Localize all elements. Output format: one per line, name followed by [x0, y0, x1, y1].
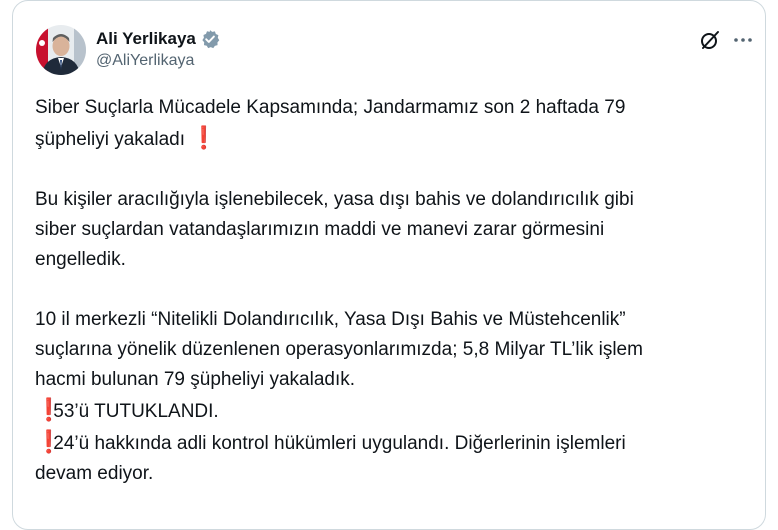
author-name-row[interactable]: Ali Yerlikaya	[96, 27, 220, 51]
tweet-card[interactable]: Ali Yerlikaya @AliYerlikaya Siber Suçlar…	[12, 0, 766, 530]
text-line: şüpheliyi yakaladı	[35, 129, 185, 150]
exclamation-emoji: ❗	[35, 429, 63, 454]
exclamation-emoji: ❗	[190, 125, 218, 150]
paragraph-1: Siber Suçlarla Mücadele Kapsamında; Jand…	[35, 93, 745, 155]
text-line: devam ediyor.	[35, 463, 154, 484]
exclamation-emoji: ❗	[35, 397, 63, 422]
text-line: Siber Suçlarla Mücadele Kapsamında; Jand…	[35, 97, 626, 118]
more-options-icon[interactable]	[731, 28, 755, 52]
paragraph-3: 10 il merkezli “Nitelikli Dolandırıcılık…	[35, 305, 745, 489]
grok-icon[interactable]	[699, 29, 721, 51]
text-line: siber suçlardan vatandaşlarımızın maddi …	[35, 219, 605, 240]
text-line: Bu kişiler aracılığıyla işlenebilecek, y…	[35, 189, 634, 210]
avatar[interactable]	[36, 25, 86, 75]
paragraph-2: Bu kişiler aracılığıyla işlenebilecek, y…	[35, 185, 745, 275]
text-line: engelledik.	[35, 249, 126, 270]
text-line: 24’ü hakkında adli kontrol hükümleri uyg…	[53, 433, 626, 454]
author-handle[interactable]: @AliYerlikaya	[96, 52, 194, 70]
text-line: hacmi bulunan 79 şüpheliyi yakaladık.	[35, 369, 356, 390]
display-name[interactable]: Ali Yerlikaya	[96, 29, 196, 49]
tweet-text: Siber Suçlarla Mücadele Kapsamında; Jand…	[35, 93, 745, 489]
text-line: 53’ü TUTUKLANDI.	[53, 401, 219, 422]
profile-photo	[36, 25, 86, 75]
text-line: 10 il merkezli “Nitelikli Dolandırıcılık…	[35, 309, 626, 330]
verified-badge-icon	[200, 29, 220, 49]
text-line: suçlarına yönelik düzenlenen operasyonla…	[35, 339, 643, 360]
